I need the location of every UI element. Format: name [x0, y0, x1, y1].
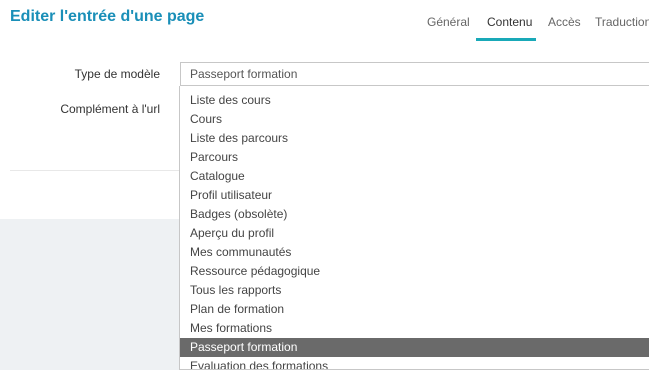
type-modele-select[interactable]: Passeport formation — [180, 62, 649, 86]
dropdown-option[interactable]: Aperçu du profil — [180, 224, 649, 243]
dropdown-option[interactable]: Plan de formation — [180, 300, 649, 319]
dropdown-option[interactable]: Evaluation des formations — [180, 357, 649, 369]
tab-bar: Général Contenu Accès Traductions — [0, 15, 649, 43]
type-modele-dropdown: Liste des cours Cours Liste des parcours Pa… — [179, 86, 649, 370]
dropdown-option[interactable]: Liste des parcours — [180, 129, 649, 148]
dropdown-option[interactable]: Badges (obsolète) — [180, 205, 649, 224]
tab-acces[interactable]: Accès — [548, 15, 581, 29]
tab-contenu[interactable]: Contenu — [487, 15, 532, 29]
type-modele-label: Type de modèle — [74, 67, 160, 81]
dropdown-option[interactable]: Catalogue — [180, 167, 649, 186]
dropdown-option[interactable]: Tous les rapports — [180, 281, 649, 300]
dropdown-option[interactable]: Ressource pédagogique — [180, 262, 649, 281]
dropdown-option[interactable]: Passeport formation — [180, 338, 649, 357]
dropdown-option[interactable]: Profil utilisateur — [180, 186, 649, 205]
dropdown-options: Liste des cours Cours Liste des parcours Pa… — [180, 86, 649, 369]
tab-traductions[interactable]: Traductions — [595, 15, 649, 29]
dropdown-option[interactable]: Cours — [180, 110, 649, 129]
form-separator — [10, 170, 179, 171]
complement-url-label: Complément à l'url — [60, 102, 160, 116]
dropdown-option[interactable]: Mes communautés — [180, 243, 649, 262]
dialog-header: Editer l'entrée d'une page Général Conte… — [0, 0, 649, 48]
dropdown-option[interactable]: Parcours — [180, 148, 649, 167]
tab-general[interactable]: Général — [427, 15, 470, 29]
active-tab-indicator — [476, 38, 536, 41]
dropdown-option[interactable]: Mes formations — [180, 319, 649, 338]
dropdown-option[interactable]: Liste des cours — [180, 91, 649, 110]
